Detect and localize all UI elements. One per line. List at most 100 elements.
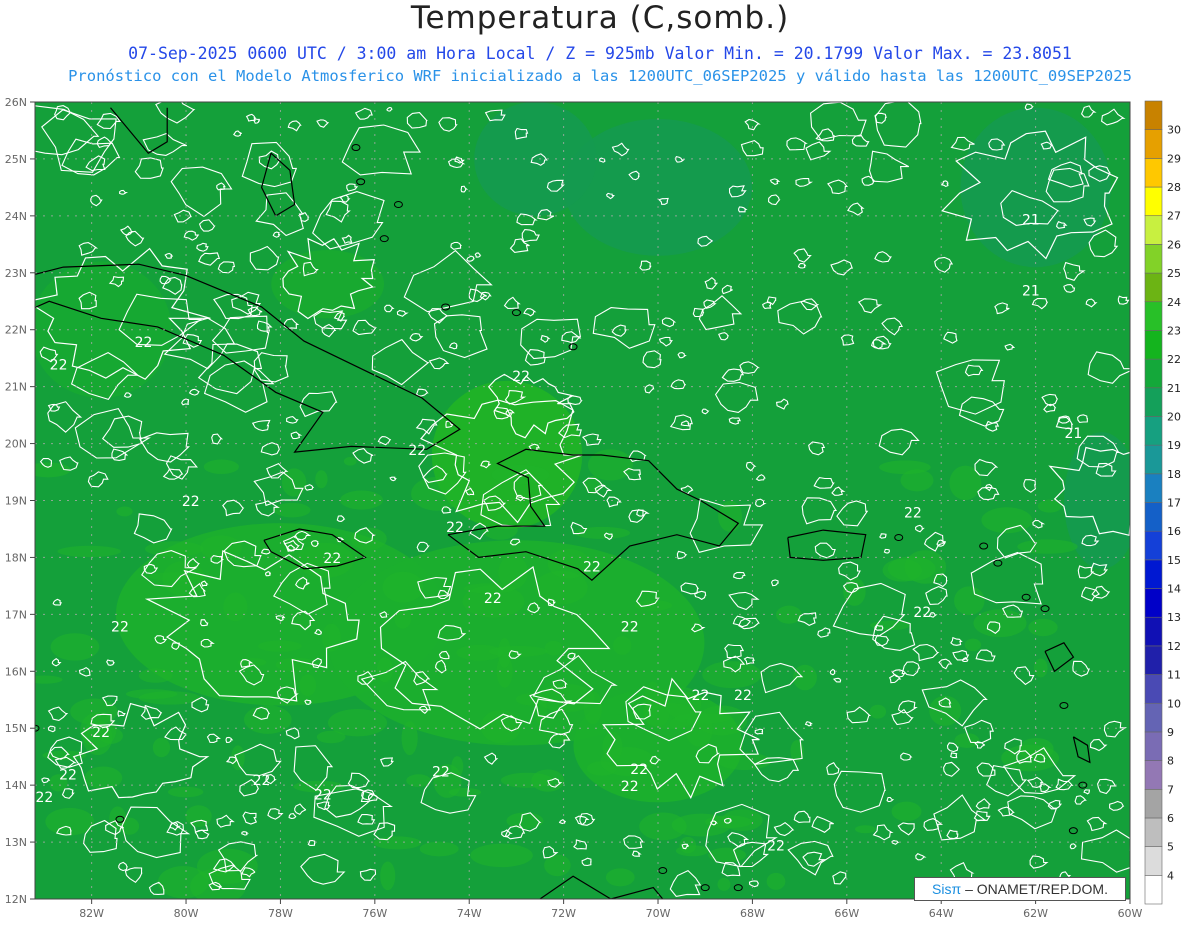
- shade-region: [380, 861, 396, 891]
- shade-region: [900, 469, 934, 492]
- colorbar-swatch: [1144, 502, 1163, 532]
- colorbar-swatch: [1144, 272, 1163, 303]
- colorbar-swatch: [1144, 387, 1163, 417]
- longitude-tick-label: 74W: [457, 907, 482, 920]
- colorbar-label: 28: [1167, 181, 1181, 194]
- contour-label: 22: [692, 688, 710, 704]
- colorbar-label: 16: [1167, 525, 1181, 538]
- colorbar-label: 21: [1167, 382, 1181, 395]
- shade-region: [891, 801, 922, 822]
- colorbar-label: 6: [1167, 812, 1174, 825]
- shade-region: [223, 592, 248, 622]
- shade-region: [57, 545, 122, 558]
- contour-label: 22: [135, 335, 153, 351]
- colorbar-swatch: [1144, 788, 1163, 819]
- contour-label: 22: [734, 688, 752, 704]
- latitude-tick-label: 22N: [5, 324, 27, 337]
- shade-region: [281, 468, 307, 497]
- colorbar-label: 24: [1167, 296, 1181, 309]
- colorbar-label: 26: [1167, 238, 1181, 251]
- longitude-tick-label: 62W: [1023, 907, 1048, 920]
- colorbar-label: 12: [1167, 640, 1181, 653]
- latitude-tick-label: 20N: [5, 438, 27, 451]
- shade-region: [35, 675, 63, 684]
- colorbar-swatch: [1144, 875, 1163, 905]
- colorbar-label: 11: [1167, 669, 1181, 682]
- shade-region: [964, 638, 982, 652]
- colorbar-label: 7: [1167, 783, 1174, 796]
- colorbar-label: 19: [1167, 439, 1181, 452]
- latitude-tick-label: 23N: [5, 267, 27, 280]
- latitude-tick-label: 18N: [5, 551, 27, 564]
- colorbar-label: 30: [1167, 124, 1181, 137]
- contour-label: 21: [1064, 426, 1082, 442]
- colorbar-swatch: [1144, 158, 1163, 188]
- colorbar-swatch: [1144, 760, 1163, 790]
- shade-region: [973, 609, 1027, 638]
- shade-region: [116, 506, 133, 517]
- shade-region: [766, 872, 786, 890]
- shade-region: [321, 623, 341, 652]
- latitude-tick-label: 25N: [5, 153, 27, 166]
- latitude-tick-label: 12N: [5, 893, 27, 906]
- longitude-tick-label: 60W: [1118, 907, 1143, 920]
- colorbar-swatch: [1144, 616, 1163, 647]
- contour-label: 21: [1022, 284, 1040, 300]
- shade-region: [480, 709, 521, 744]
- shade-region: [855, 825, 876, 834]
- colorbar-label: 15: [1167, 554, 1181, 567]
- shade-region: [869, 704, 887, 719]
- contour-label: 22: [484, 591, 502, 607]
- colorbar-swatch: [1144, 846, 1163, 876]
- longitude-tick-label: 70W: [646, 907, 671, 920]
- latitude-tick-label: 13N: [5, 836, 27, 849]
- colorbar-swatch: [1144, 559, 1163, 589]
- latitude-tick-label: 26N: [5, 96, 27, 109]
- longitude-tick-label: 82W: [79, 907, 104, 920]
- contour-label: 22: [59, 767, 77, 783]
- credit-box: Sisπ – ONAMET/REP.DOM.: [914, 877, 1126, 901]
- latitude-tick-label: 17N: [5, 608, 27, 621]
- colorbar-swatch: [1144, 674, 1163, 704]
- shade-region: [373, 836, 422, 850]
- colorbar-swatch: [1144, 129, 1163, 159]
- colorbar-label: 10: [1167, 697, 1181, 710]
- colorbar-label: 17: [1167, 497, 1181, 510]
- shade-region: [231, 745, 245, 771]
- latitude-tick-label: 14N: [5, 779, 27, 792]
- temperature-map: 22 22 22 22 22 22 22 22 22 22 22 22 22 22 22 22 22 22 22 22…: [5, 96, 1181, 920]
- shade-region: [125, 689, 178, 699]
- colorbar-label: 29: [1167, 152, 1181, 165]
- shade-region: [339, 490, 384, 510]
- longitude-tick-label: 66W: [834, 907, 859, 920]
- shade-region: [145, 541, 204, 557]
- shade-region: [185, 805, 212, 827]
- shade-region: [1033, 658, 1048, 678]
- shade-region: [327, 709, 388, 737]
- colorbar-swatch: [1144, 244, 1163, 274]
- contour-label: 22: [182, 494, 200, 510]
- longitude-tick-label: 78W: [268, 907, 293, 920]
- shade-region: [411, 476, 463, 511]
- contour-label: 22: [583, 560, 601, 576]
- contour-label: 21: [1022, 212, 1040, 228]
- colorbar-label: 4: [1167, 869, 1174, 882]
- colorbar-label: 8: [1167, 755, 1174, 768]
- shade-region: [671, 813, 731, 837]
- colorbar-swatch: [1144, 530, 1163, 561]
- shade-region: [401, 721, 418, 756]
- shade-region: [544, 640, 563, 656]
- latitude-tick-label: 15N: [5, 722, 27, 735]
- shade-region: [954, 733, 980, 748]
- colorbar-label: 25: [1167, 267, 1181, 280]
- shade-region: [419, 841, 459, 857]
- shade-region: [674, 713, 731, 724]
- colorbar-swatch: [1144, 473, 1163, 503]
- colorbar-swatch: [1144, 588, 1163, 618]
- colorbar-label: 23: [1167, 324, 1181, 337]
- contour-label: 22: [92, 725, 110, 741]
- colorbar-swatch: [1144, 186, 1163, 217]
- contour-label: 22: [314, 787, 332, 803]
- latitude-tick-label: 24N: [5, 210, 27, 223]
- colorbar-swatch: [1144, 444, 1163, 475]
